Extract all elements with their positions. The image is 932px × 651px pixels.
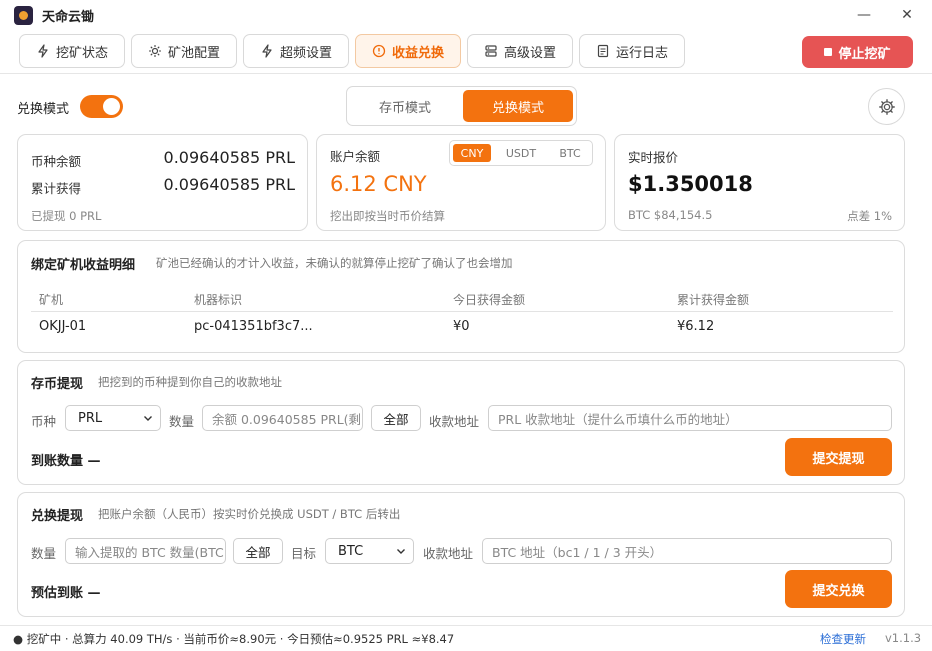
exchange-all-button[interactable]: 全部 <box>233 538 283 564</box>
amount-label: 数量 <box>169 414 195 429</box>
account-balance-value: 6.12 CNY <box>330 172 427 196</box>
table-cell-total: ¥6.12 <box>677 319 715 334</box>
exchange-address-label: 收款地址 <box>423 546 474 561</box>
mining-status-text: ● 挖矿中 · 总算力 40.09 TH/s · 当前币价≈8.90元 · 今日… <box>13 632 455 646</box>
coin-amount-input[interactable]: 余额 0.09640585 PRL(剩) <box>202 405 363 431</box>
exchange-withdraw-title: 兑换提现 <box>31 509 84 524</box>
coin-all-button[interactable]: 全部 <box>371 405 421 431</box>
table-header-total: 累计获得金额 <box>677 293 750 307</box>
exchange-mode-toggle[interactable] <box>80 95 123 118</box>
price-label: 实时报价 <box>628 150 679 165</box>
total-earned-value: 0.09640585 PRL <box>163 175 295 194</box>
submit-exchange-button[interactable]: 提交兑换 <box>785 570 892 608</box>
tab-label: 超频设置 <box>279 45 332 61</box>
target-label: 目标 <box>291 546 317 561</box>
coin-select[interactable]: PRL <box>65 405 161 431</box>
tab-mining-status[interactable]: 挖矿状态 <box>19 34 125 68</box>
exchange-withdraw-desc: 把账户余额（人民币）按实时价兑换成 USDT / BTC 后转出 <box>98 507 401 521</box>
price-card: 实时报价 $1.350018 BTC $84,154.5 点差 1% <box>614 134 905 231</box>
settlement-note: 挖出即按当时币价结算 <box>330 209 445 223</box>
coin-balance-card: 币种余额 0.09640585 PRL 累计获得 0.09640585 PRL … <box>17 134 308 231</box>
coin-withdraw-card: 存币提现 把挖到的币种提到你自己的收款地址 币种 PRL 数量 余额 0.096… <box>17 360 905 485</box>
coin-withdraw-title: 存币提现 <box>31 377 84 392</box>
server-icon <box>485 45 497 57</box>
title-bar: 天命云锄 — ✕ <box>0 0 932 30</box>
status-bar: ● 挖矿中 · 总算力 40.09 TH/s · 当前币价≈8.90元 · 今日… <box>0 625 932 651</box>
detail-desc: 矿池已经确认的才计入收益，未确认的就算停止挖矿了确认了也会增加 <box>156 256 513 270</box>
tab-pool-config[interactable]: 矿池配置 <box>131 34 237 68</box>
currency-selector: CNY USDT BTC <box>449 140 593 166</box>
exchange-withdraw-card: 兑换提现 把账户余额（人民币）按实时价兑换成 USDT / BTC 后转出 数量… <box>17 492 905 617</box>
coin-address-input[interactable]: PRL 收款地址（提什么币填什么币的地址） <box>488 405 892 431</box>
mode-save-option[interactable]: 存币模式 <box>350 90 460 122</box>
tab-label: 挖矿状态 <box>55 45 108 61</box>
minimize-button[interactable]: — <box>853 4 875 26</box>
document-icon <box>597 44 609 58</box>
tab-advanced-settings[interactable]: 高级设置 <box>467 34 573 68</box>
currency-option-btc[interactable]: BTC <box>551 144 589 162</box>
rig-earnings-detail-card: 绑定矿机收益明细 矿池已经确认的才计入收益，未确认的就算停止挖矿了确认了也会增加… <box>17 240 905 353</box>
exchange-mode-label: 兑换模式 <box>17 102 70 117</box>
submit-withdraw-button[interactable]: 提交提现 <box>785 438 892 476</box>
exchange-amount-label: 数量 <box>31 546 57 561</box>
table-cell-today: ¥0 <box>453 319 470 334</box>
withdrawn-amount: 已提现 0 PRL <box>31 209 102 223</box>
nav-bar: 挖矿状态 矿池配置 超频设置 收益兑换 高级设置 运行日志 停止挖矿 <box>0 30 932 74</box>
stop-mining-button[interactable]: 停止挖矿 <box>802 36 913 68</box>
arrive-amount: 到账数量 — <box>31 454 101 469</box>
version-label: v1.1.3 <box>885 631 922 645</box>
total-earned-label: 累计获得 <box>31 181 82 196</box>
tab-overclock[interactable]: 超频设置 <box>243 34 349 68</box>
coin-select-value: PRL <box>78 410 103 426</box>
table-header-today: 今日获得金额 <box>453 293 526 307</box>
btc-price: BTC $84,154.5 <box>628 208 713 222</box>
stop-mining-label: 停止挖矿 <box>838 46 891 62</box>
exchange-address-input[interactable]: BTC 地址（bc1 / 1 / 3 开头） <box>482 538 892 564</box>
coin-balance-value: 0.09640585 PRL <box>163 148 295 167</box>
coin-withdraw-desc: 把挖到的币种提到你自己的收款地址 <box>98 375 282 389</box>
coin-address-label: 收款地址 <box>429 414 480 429</box>
target-select[interactable]: BTC <box>325 538 414 564</box>
table-cell-rig: OKJJ-01 <box>39 319 87 334</box>
bolt-icon <box>38 44 48 58</box>
table-cell-machine-id: pc-041351bf3c7... <box>194 319 313 334</box>
table-divider <box>31 311 893 312</box>
price-value: $1.350018 <box>628 172 753 196</box>
app-logo-icon <box>14 6 33 25</box>
exchange-amount-input[interactable]: 输入提取的 BTC 数量(BTC <box>65 538 226 564</box>
check-update-link[interactable]: 检查更新 <box>820 631 866 647</box>
table-header-machine-id: 机器标识 <box>194 293 243 307</box>
mode-exchange-option[interactable]: 兑换模式 <box>463 90 573 122</box>
chevron-down-icon <box>397 549 405 554</box>
close-button[interactable]: ✕ <box>896 4 918 26</box>
spread-value: 点差 1% <box>847 209 892 223</box>
target-select-value: BTC <box>338 543 364 559</box>
coin-balance-label: 币种余额 <box>31 154 82 169</box>
chevron-down-icon <box>144 416 152 421</box>
bolt-icon <box>262 44 272 58</box>
tab-earnings-exchange[interactable]: 收益兑换 <box>355 34 461 68</box>
tab-label: 高级设置 <box>503 45 556 61</box>
account-balance-label: 账户余额 <box>330 149 381 164</box>
settings-button[interactable] <box>868 88 905 125</box>
estimate-amount: 预估到账 — <box>31 586 101 601</box>
mode-switch: 存币模式 兑换模式 <box>346 86 577 126</box>
app-title: 天命云锄 <box>42 10 95 25</box>
detail-title: 绑定矿机收益明细 <box>31 258 136 273</box>
table-header-rig: 矿机 <box>39 293 64 307</box>
stop-icon <box>824 48 833 56</box>
coin-icon <box>372 44 386 58</box>
coin-label: 币种 <box>31 414 57 429</box>
currency-option-cny[interactable]: CNY <box>453 144 491 162</box>
gear-icon <box>878 98 895 115</box>
tab-run-log[interactable]: 运行日志 <box>579 34 685 68</box>
tab-label: 矿池配置 <box>167 45 220 61</box>
tab-label: 收益兑换 <box>391 45 444 61</box>
currency-option-usdt[interactable]: USDT <box>497 144 545 162</box>
sun-icon <box>148 45 161 57</box>
tab-label: 运行日志 <box>615 45 668 61</box>
